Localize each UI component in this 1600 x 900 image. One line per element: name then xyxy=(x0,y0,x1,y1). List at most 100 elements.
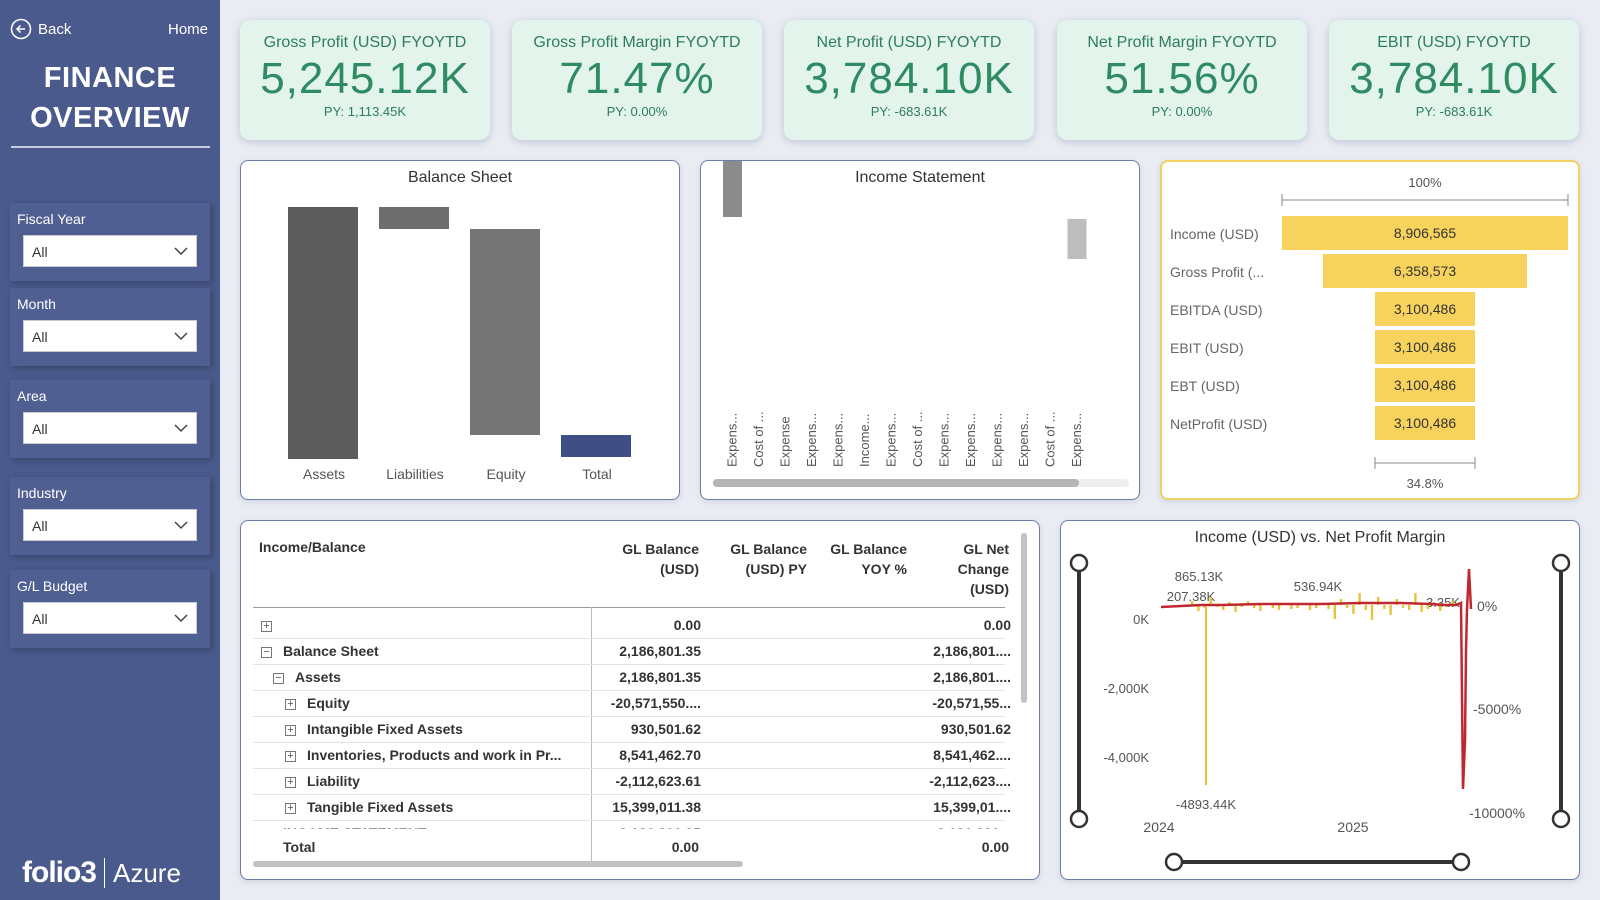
table-row[interactable]: − Assets 2,186,801.35 2,186,801.... xyxy=(241,665,1011,691)
funnel-label: Gross Profit (... xyxy=(1170,264,1265,280)
income-bar[interactable] xyxy=(1352,605,1355,614)
x-tick-label: Expens... xyxy=(963,413,978,467)
gl-net-change-cell: 8,541,462.... xyxy=(933,747,1011,763)
funnel-bar[interactable]: 3,100,486 xyxy=(1375,406,1475,440)
vertical-scrollbar[interactable] xyxy=(1021,533,1027,703)
x-tick-label: Liabilities xyxy=(386,466,444,482)
fiscal-year-select[interactable]: All xyxy=(23,235,197,267)
waterfall-bar[interactable] xyxy=(723,161,742,217)
income-bar[interactable] xyxy=(1259,605,1262,611)
income-bar[interactable] xyxy=(1408,605,1411,610)
header-divider xyxy=(253,607,1005,608)
table-row[interactable]: + Intangible Fixed Assets 930,501.62 930,50… xyxy=(241,717,1011,743)
funnel-bar[interactable]: 3,100,486 xyxy=(1375,330,1475,364)
slider-handle[interactable] xyxy=(1551,553,1571,573)
table-row[interactable]: −INCOME STATEMENT2,186,801.352,186,801..… xyxy=(241,821,1011,829)
x-tick-label: Expense xyxy=(778,416,793,467)
gl-budget-select[interactable]: All xyxy=(23,602,197,634)
bar-liabilities[interactable] xyxy=(379,207,449,229)
slider-handle[interactable] xyxy=(1164,852,1184,872)
home-link[interactable]: Home xyxy=(168,21,208,38)
bar-total[interactable] xyxy=(561,435,631,457)
col-header-gl-balance-py[interactable]: GL Balance (USD) PY xyxy=(730,539,807,579)
table-row[interactable]: + Equity -20,571,550.... -20,571,55... xyxy=(241,691,1011,717)
table-row[interactable]: + Liability -2,112,623.61 -2,112,623.... xyxy=(241,769,1011,795)
col-header-income-balance[interactable]: Income/Balance xyxy=(259,539,366,555)
expand-icon[interactable]: + xyxy=(285,725,296,736)
income-bar[interactable] xyxy=(1234,605,1237,612)
funnel-bar[interactable]: 3,100,486 xyxy=(1375,368,1475,402)
balance-sheet-panel: Balance Sheet Assets Liabilities Equity … xyxy=(240,160,680,500)
month-select[interactable]: All xyxy=(23,320,197,352)
expand-icon[interactable]: + xyxy=(285,699,296,710)
back-button[interactable]: Back xyxy=(10,18,71,40)
funnel-brackets: 100% 34.8% xyxy=(1281,175,1569,491)
filter-label: G/L Budget xyxy=(17,578,88,594)
filter-label: Fiscal Year xyxy=(17,211,86,227)
y-right-tick: -5000% xyxy=(1473,701,1521,717)
income-bar[interactable] xyxy=(1370,605,1374,620)
area-select[interactable]: All xyxy=(23,412,197,444)
kpi-title: Gross Profit Margin FYOYTD xyxy=(533,34,741,51)
income-bar[interactable] xyxy=(1296,605,1299,608)
profit-funnel-panel: 100% 34.8% Income (USD) Gross Profit (..… xyxy=(1160,160,1580,500)
funnel-bar[interactable]: 8,906,565 xyxy=(1282,216,1568,250)
income-bar[interactable] xyxy=(1290,605,1293,609)
col-header-gl-balance-yoy[interactable]: GL Balance YOY % xyxy=(830,539,907,579)
income-bar[interactable] xyxy=(1253,605,1256,608)
income-bar[interactable] xyxy=(1315,605,1318,608)
funnel-bar[interactable]: 6,358,573 xyxy=(1322,254,1528,288)
slider-handle[interactable] xyxy=(1069,553,1089,573)
income-bar[interactable] xyxy=(1346,605,1349,608)
income-bar[interactable] xyxy=(1383,605,1386,609)
header-line: (USD) xyxy=(660,561,699,577)
income-bar[interactable] xyxy=(1389,605,1392,615)
expand-icon[interactable]: + xyxy=(261,621,272,632)
x-tick-label: Expens... xyxy=(804,413,819,467)
scrollbar-thumb[interactable] xyxy=(713,479,1079,487)
expand-icon[interactable]: + xyxy=(285,803,296,814)
slider-handle[interactable] xyxy=(1069,809,1089,829)
industry-select[interactable]: All xyxy=(23,509,197,541)
expand-icon[interactable]: + xyxy=(285,751,296,762)
col-header-gl-net-change[interactable]: GL Net Change (USD) xyxy=(958,539,1009,599)
horizontal-scrollbar[interactable] xyxy=(253,861,743,867)
header-line: GL Balance xyxy=(830,541,907,557)
x-tick-label: Expens... xyxy=(884,413,899,467)
table-row[interactable]: +0.00 0.00 xyxy=(241,613,1011,639)
income-bar[interactable] xyxy=(1327,605,1330,609)
expand-icon[interactable]: + xyxy=(285,777,296,788)
income-bar[interactable] xyxy=(1277,605,1281,610)
y-right-tick: 0% xyxy=(1477,598,1497,614)
income-bar[interactable] xyxy=(1271,605,1274,608)
collapse-icon[interactable]: − xyxy=(273,673,284,684)
collapse-icon[interactable]: − xyxy=(261,647,272,658)
income-bar[interactable] xyxy=(1308,605,1312,610)
header-line: GL Balance xyxy=(730,541,807,557)
slider-handle[interactable] xyxy=(1451,852,1471,872)
slider-handle[interactable] xyxy=(1551,809,1571,829)
bar-assets[interactable] xyxy=(288,207,358,459)
income-bar[interactable] xyxy=(1401,605,1405,608)
waterfall-bar[interactable] xyxy=(1067,219,1087,259)
gl-net-change-cell: 15,399,01.... xyxy=(933,799,1011,815)
row-label: Tangible Fixed Assets xyxy=(307,799,454,815)
bar-equity[interactable] xyxy=(470,229,540,435)
funnel-label: Income (USD) xyxy=(1170,226,1259,242)
table-row[interactable]: + Tangible Fixed Assets 15,399,011.38 15,39… xyxy=(241,795,1011,821)
col-header-gl-balance[interactable]: GL Balance (USD) xyxy=(622,539,699,579)
table-row[interactable]: + Inventories, Products and work in Pr...… xyxy=(241,743,1011,769)
header-line: GL Balance xyxy=(622,541,699,557)
filter-label: Area xyxy=(17,388,47,404)
income-bar[interactable] xyxy=(1426,605,1429,609)
row-label: Equity xyxy=(307,695,350,711)
income-bar[interactable] xyxy=(1420,605,1423,612)
kpi-title: Net Profit (USD) FYOYTD xyxy=(816,34,1002,51)
table-row[interactable]: − Balance Sheet 2,186,801.35 2,186,801.... xyxy=(241,639,1011,665)
income-bar[interactable] xyxy=(1333,605,1336,619)
kpi-card-ebit: EBIT (USD) FYOYTD 3,784.10K PY: -683.61K xyxy=(1329,20,1579,140)
income-bar[interactable] xyxy=(1364,605,1367,610)
funnel-bar[interactable]: 3,100,486 xyxy=(1375,292,1475,326)
funnel-label: EBITDA (USD) xyxy=(1170,302,1263,318)
nav-row: Back Home xyxy=(10,16,208,42)
